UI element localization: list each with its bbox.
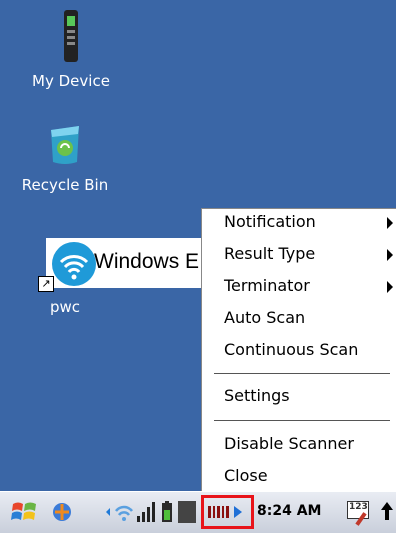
scanner-tray-highlight[interactable] <box>201 495 254 529</box>
menu-item-disable-scanner[interactable]: Disable Scanner <box>202 431 396 459</box>
battery-charge-icon <box>178 501 196 523</box>
desktop-icon-my-device[interactable]: My Device <box>22 8 120 90</box>
desktop: { "desktop": { "icons": [ {"label": "My … <box>0 0 396 533</box>
wifi-icon[interactable] <box>104 500 136 524</box>
desktop-icon-label: My Device <box>32 72 110 90</box>
input-panel-button[interactable]: 123 <box>346 498 372 526</box>
menu-separator <box>214 373 390 374</box>
recycle-bin-icon <box>51 126 79 164</box>
desktop-icon-label: Recycle Bin <box>21 176 109 194</box>
shortcut-arrow-icon: ↗ <box>38 276 54 292</box>
up-arrow-icon[interactable] <box>380 502 394 524</box>
input-panel-label: 123 <box>349 502 368 512</box>
submenu-arrow-icon <box>387 281 393 293</box>
menu-separator <box>214 420 390 421</box>
menu-item-notification[interactable]: Notification <box>202 209 396 237</box>
desktop-icon-label: pwc <box>50 298 81 316</box>
handheld-device-icon <box>64 10 78 62</box>
menu-item-auto-scan[interactable]: Auto Scan <box>202 305 396 333</box>
banner-text: Windows E <box>94 250 200 273</box>
windows-flag-icon[interactable] <box>10 498 38 526</box>
submenu-arrow-icon <box>387 249 393 261</box>
scanner-context-menu: Notification Result Type Terminator Auto… <box>201 208 396 491</box>
desktop-icon-pwc[interactable]: ↗ Windows E pwc <box>38 238 203 328</box>
taskbar-clock[interactable]: 8:24 AM <box>257 503 321 519</box>
menu-item-settings[interactable]: Settings <box>202 383 396 411</box>
taskbar: 8:24 AM 123 <box>0 491 396 533</box>
menu-item-close[interactable]: Close <box>202 463 396 491</box>
connections-icon[interactable] <box>50 500 74 524</box>
menu-item-terminator[interactable]: Terminator <box>202 273 396 301</box>
signal-bars-icon[interactable] <box>136 500 158 524</box>
battery-icon[interactable] <box>160 500 174 524</box>
menu-item-continuous-scan[interactable]: Continuous Scan <box>202 337 396 365</box>
wifi-shortcut-icon <box>52 242 96 286</box>
desktop-icon-recycle-bin[interactable]: Recycle Bin <box>15 120 115 194</box>
menu-item-result-type[interactable]: Result Type <box>202 241 396 269</box>
submenu-arrow-icon <box>387 217 393 229</box>
barcode-scanner-icon <box>208 506 242 518</box>
